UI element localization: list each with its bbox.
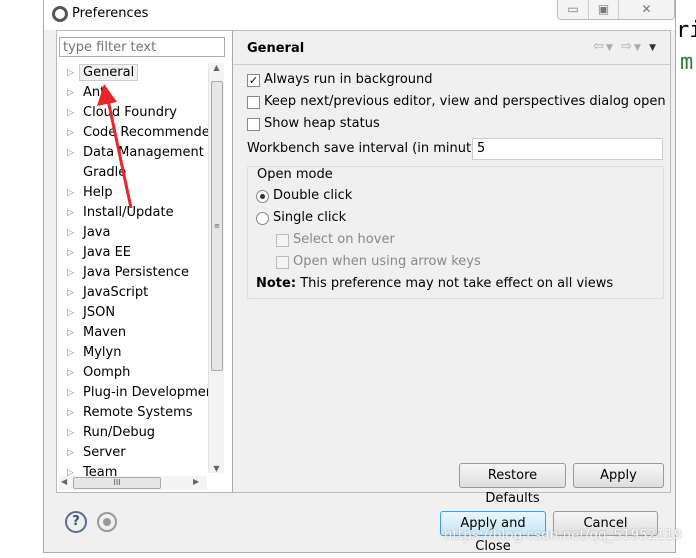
annotation-arrow	[97, 84, 133, 209]
arrow-shaft	[106, 99, 133, 209]
arrow-head	[97, 84, 117, 106]
watermark: https://blog.csdn.net/qq_51952119	[444, 528, 683, 543]
